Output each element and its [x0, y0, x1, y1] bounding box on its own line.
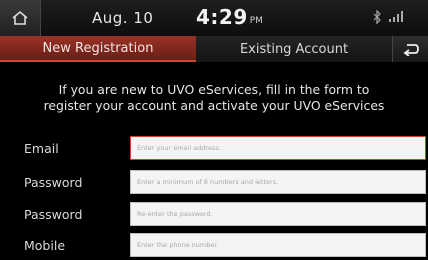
bluetooth-icon: [373, 10, 381, 24]
ampm-indicator: PM: [249, 16, 263, 26]
tab-new-registration-label: New Registration: [42, 40, 154, 56]
back-arrow-icon: [403, 44, 419, 56]
tab-existing-account[interactable]: Existing Account: [196, 36, 392, 62]
password-confirm-row: Password: [0, 202, 428, 228]
password-confirm-label: Password: [24, 207, 83, 222]
tab-bar: New Registration Existing Account: [0, 36, 428, 62]
password-field[interactable]: [130, 170, 426, 194]
status-icons: [372, 10, 404, 24]
email-row: Email: [0, 136, 428, 162]
password-confirm-field[interactable]: [130, 202, 426, 226]
signal-icon: [389, 11, 403, 22]
date-display: Aug. 10: [92, 9, 154, 27]
tab-new-registration[interactable]: New Registration: [0, 36, 196, 62]
intro-line-2: register your account and activate your …: [43, 98, 385, 113]
password-label: Password: [24, 175, 83, 190]
intro-text: If you are new to UVO eServices, fill in…: [8, 82, 420, 114]
home-button[interactable]: [0, 0, 41, 36]
intro-line-1: If you are new to UVO eServices, fill in…: [58, 82, 370, 97]
tab-existing-account-label: Existing Account: [239, 41, 349, 57]
mobile-field[interactable]: [130, 233, 426, 257]
mobile-row: Mobile: [0, 233, 428, 259]
mobile-label: Mobile: [24, 238, 66, 253]
password-row: Password: [0, 170, 428, 196]
email-label: Email: [24, 141, 59, 156]
back-button[interactable]: [392, 36, 428, 62]
home-icon: [12, 10, 28, 25]
time-display: 4:29: [196, 5, 248, 29]
email-field[interactable]: [130, 136, 426, 160]
clock: 4:29 PM: [196, 5, 263, 29]
status-bar: Aug. 10 4:29 PM: [0, 0, 428, 36]
